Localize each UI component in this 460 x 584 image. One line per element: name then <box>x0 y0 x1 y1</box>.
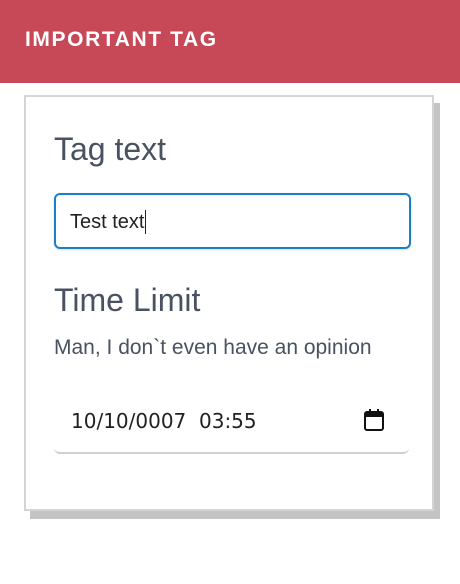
header-title: IMPORTANT TAG <box>25 28 218 51</box>
tag-text-value[interactable]: Test text <box>70 210 147 234</box>
datetime-input[interactable]: 10/10/0007 03:55 <box>54 392 409 454</box>
calendar-icon[interactable] <box>363 408 385 432</box>
app-header: IMPORTANT TAG <box>0 0 460 83</box>
tag-text-input[interactable]: Test text <box>54 193 411 249</box>
tag-text-label: Tag text <box>54 131 167 167</box>
datetime-value[interactable]: 10/10/0007 03:55 <box>71 409 257 433</box>
time-limit-label: Time Limit <box>54 282 201 318</box>
time-limit-description: Man, I don`t even have an opinion <box>54 336 372 359</box>
text-caret <box>145 210 147 234</box>
tag-form-card: Tag text Test text Time Limit Man, I don… <box>24 95 434 511</box>
